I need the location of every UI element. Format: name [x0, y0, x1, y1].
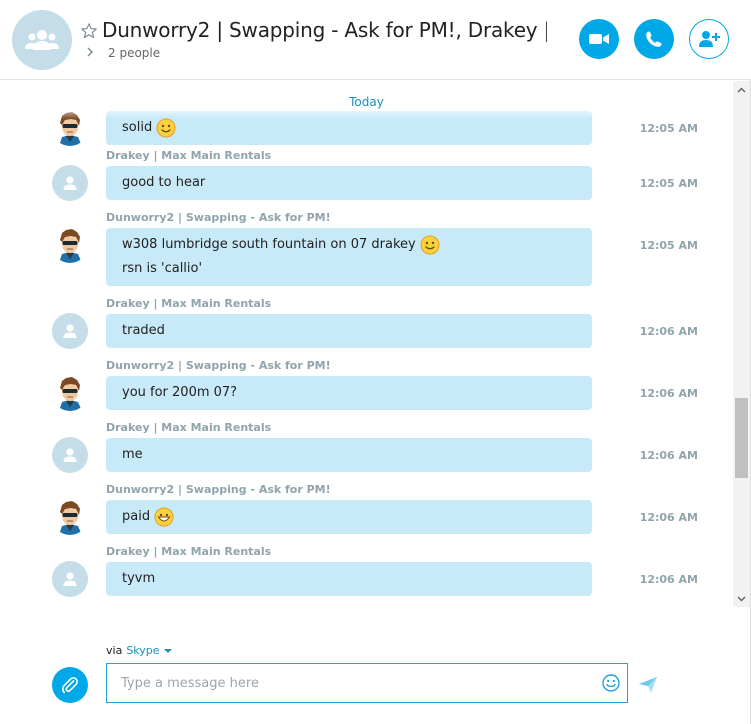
- message-input[interactable]: [121, 664, 591, 702]
- sender-avatar[interactable]: [52, 227, 88, 263]
- message-text: w308 lumbridge south fountain on 07 drak…: [122, 233, 576, 257]
- day-divider: Today: [349, 95, 384, 109]
- message-bubble[interactable]: good to hear: [106, 166, 592, 200]
- message-line: w308 lumbridge south fountain on 07 drak…: [122, 237, 416, 252]
- message-line: paid: [122, 509, 151, 524]
- audio-call-button[interactable]: [634, 19, 674, 59]
- via-service[interactable]: Skype: [126, 644, 159, 657]
- cartoon-avatar-icon: [59, 377, 82, 411]
- message-text: tyvm: [122, 567, 576, 591]
- attach-button[interactable]: [52, 667, 88, 703]
- message-line: me: [122, 447, 143, 462]
- group-icon: [25, 30, 59, 50]
- message-timestamp: 12:05 AM: [639, 177, 698, 190]
- message-bubble[interactable]: you for 200m 07?: [106, 376, 592, 410]
- message-timestamp: 12:05 AM: [639, 122, 698, 135]
- message-timestamp: 12:06 AM: [639, 387, 698, 400]
- cartoon-avatar-icon: [59, 501, 82, 535]
- message-text: rsn is 'callio': [122, 257, 576, 281]
- emoji-picker-icon[interactable]: [601, 673, 621, 693]
- sender-avatar[interactable]: [52, 375, 88, 411]
- cartoon-avatar-icon: [59, 229, 82, 263]
- message-bubble[interactable]: tyvm: [106, 562, 592, 596]
- message-history[interactable]: solid 12:05 AM Drakey | Max Main Rentals go…: [0, 81, 733, 607]
- message-text: traded: [122, 319, 576, 343]
- sender-avatar[interactable]: [52, 313, 88, 349]
- sender-avatar[interactable]: [52, 561, 88, 597]
- add-person-icon: [699, 31, 720, 47]
- message-timestamp: 12:05 AM: [639, 239, 698, 252]
- message-timestamp: 12:06 AM: [639, 325, 698, 338]
- video-call-button[interactable]: [579, 19, 619, 59]
- message-bubble[interactable]: traded: [106, 314, 592, 348]
- message-sender: Drakey | Max Main Rentals: [106, 421, 272, 434]
- chevron-right-icon[interactable]: [85, 46, 95, 58]
- star-icon[interactable]: [80, 22, 98, 40]
- message-sender: Drakey | Max Main Rentals: [106, 297, 272, 310]
- message-line: solid: [122, 120, 153, 135]
- caret-down-icon: [163, 648, 172, 653]
- sender-avatar[interactable]: [52, 499, 88, 535]
- smile-emoji: [420, 235, 440, 255]
- add-participant-button[interactable]: [689, 19, 729, 59]
- scroll-up-button[interactable]: [733, 81, 750, 98]
- message-text: you for 200m 07?: [122, 381, 576, 405]
- message-line: you for 200m 07?: [122, 385, 238, 400]
- default-user-icon: [63, 572, 77, 586]
- sender-avatar[interactable]: [52, 437, 88, 473]
- message-line: good to hear: [122, 175, 206, 190]
- message-composer[interactable]: [106, 663, 628, 703]
- conversation-title[interactable]: Dunworry2 | Swapping - Ask for PM!, Drak…: [102, 18, 547, 42]
- message-text: solid: [122, 116, 576, 140]
- default-user-icon: [63, 176, 77, 190]
- message-timestamp: 12:06 AM: [639, 511, 698, 524]
- phone-icon: [646, 31, 662, 47]
- skype-chat-window: Dunworry2 | Swapping - Ask for PM!, Drak…: [0, 0, 751, 724]
- laugh-emoji: [154, 507, 174, 527]
- message-bubble[interactable]: paid: [106, 500, 592, 534]
- sender-avatar[interactable]: [52, 165, 88, 201]
- send-icon[interactable]: [638, 676, 658, 694]
- message-sender: Dunworry2 | Swapping - Ask for PM!: [106, 211, 331, 224]
- message-sender: Dunworry2 | Swapping - Ask for PM!: [106, 359, 331, 372]
- chevron-up-icon: [737, 87, 746, 92]
- scroll-down-button[interactable]: [733, 590, 750, 607]
- message-timestamp: 12:06 AM: [639, 573, 698, 586]
- message-line: tyvm: [122, 571, 156, 586]
- message-text: good to hear: [122, 171, 576, 195]
- message-line: rsn is 'callio': [122, 261, 203, 276]
- via-label: via: [106, 644, 123, 657]
- message-timestamp: 12:06 AM: [639, 449, 698, 462]
- message-text: paid: [122, 505, 576, 529]
- participant-count[interactable]: 2 people: [108, 46, 160, 60]
- chevron-down-icon: [737, 596, 746, 601]
- group-avatar[interactable]: [12, 10, 72, 70]
- default-user-icon: [63, 448, 77, 462]
- message-sender: Dunworry2 | Swapping - Ask for PM!: [106, 483, 331, 496]
- scrollbar-thumb[interactable]: [735, 398, 748, 478]
- scrollbar[interactable]: [733, 81, 750, 607]
- message-sender: Drakey | Max Main Rentals: [106, 545, 272, 558]
- message-sender: Drakey | Max Main Rentals: [106, 149, 272, 162]
- smile-emoji: [156, 118, 176, 138]
- message-text: me: [122, 443, 576, 467]
- conversation-header: Dunworry2 | Swapping - Ask for PM!, Drak…: [0, 0, 751, 80]
- message-line: traded: [122, 323, 165, 338]
- default-user-icon: [63, 324, 77, 338]
- message-bubble[interactable]: me: [106, 438, 592, 472]
- paperclip-icon: [62, 677, 78, 694]
- message-bubble[interactable]: w308 lumbridge south fountain on 07 drak…: [106, 228, 592, 286]
- video-icon: [589, 34, 609, 44]
- send-via-selector[interactable]: via Skype: [106, 644, 172, 657]
